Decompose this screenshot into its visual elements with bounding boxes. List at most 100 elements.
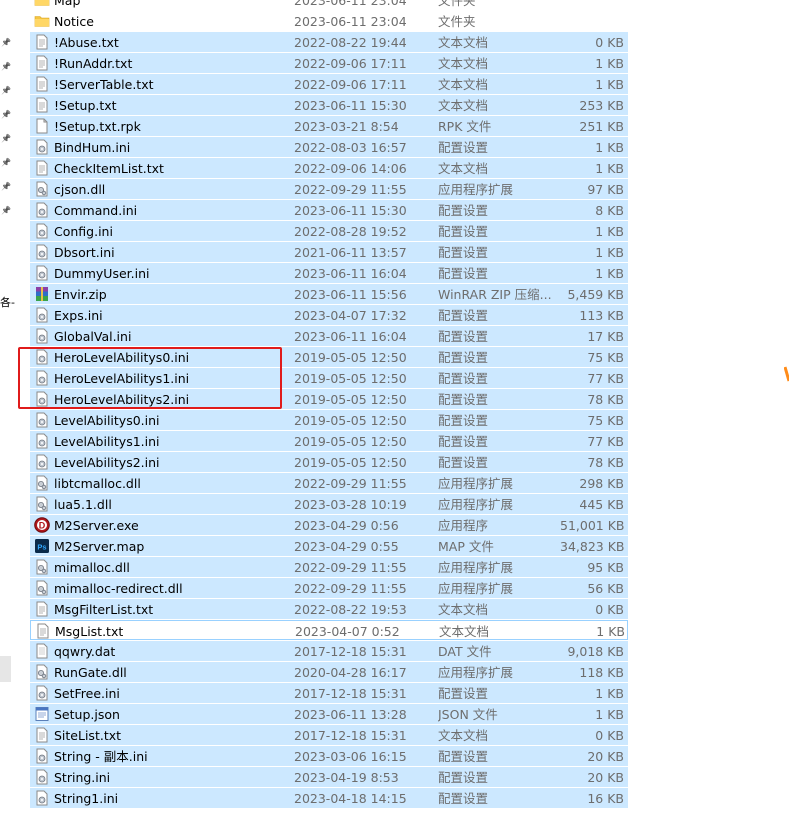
file-row[interactable]: MsgList.txt 2023-04-07 0:52 文本文档 1 KB: [30, 620, 628, 640]
file-size: 34,823 KB: [560, 539, 624, 554]
pin-icon[interactable]: 📌: [1, 62, 11, 72]
pin-icon[interactable]: 📌: [1, 134, 11, 144]
file-size: 298 KB: [579, 476, 624, 491]
file-size: [560, 0, 624, 10]
file-size: 5,459 KB: [567, 287, 624, 302]
file-name: DummyUser.ini: [54, 266, 150, 281]
file-size: 75 KB: [587, 350, 624, 365]
file-row[interactable]: Exps.ini 2023-04-07 17:32 配置设置 113 KB: [30, 305, 628, 325]
file-type: 配置设置: [438, 203, 489, 218]
file-name: LevelAbilitys1.ini: [54, 434, 160, 449]
file-row[interactable]: !Setup.txt 2023-06-11 15:30 文本文档 253 KB: [30, 95, 628, 115]
file-row[interactable]: RunGate.dll 2020-04-28 16:17 应用程序扩展 118 KB: [30, 662, 628, 682]
file-modified-date: 2022-08-28 19:52: [294, 224, 407, 239]
config-file-icon: [34, 202, 50, 218]
file-type: 文本文档: [438, 602, 489, 617]
pin-icon[interactable]: 📌: [1, 38, 11, 48]
file-row[interactable]: Ps M2Server.map 2023-04-29 0:55 MAP 文件 34,82…: [30, 536, 628, 556]
file-modified-date: 2022-08-03 16:57: [294, 140, 407, 155]
file-name: Command.ini: [54, 203, 138, 218]
file-size: 20 KB: [587, 770, 624, 785]
file-row[interactable]: Setup.json 2023-06-11 13:28 JSON 文件 1 KB: [30, 704, 628, 724]
file-row[interactable]: Config.ini 2022-08-28 19:52 配置设置 1 KB: [30, 221, 628, 241]
file-row[interactable]: String1.ini 2023-04-18 14:15 配置设置 16 KB: [30, 788, 628, 808]
file-type: 配置设置: [438, 434, 489, 449]
file-type: 配置设置: [438, 329, 489, 344]
file-row[interactable]: !Setup.txt.rpk 2023-03-21 8:54 RPK 文件 251 K…: [30, 116, 628, 136]
file-row[interactable]: String.ini 2023-04-19 8:53 配置设置 20 KB: [30, 767, 628, 787]
file-row[interactable]: LevelAbilitys2.ini 2019-05-05 12:50 配置设置 78…: [30, 452, 628, 472]
text-file-icon: [35, 623, 51, 639]
file-row[interactable]: GlobalVal.ini 2023-06-11 16:04 配置设置 17 KB: [30, 326, 628, 346]
file-row[interactable]: cjson.dll 2022-09-29 11:55 应用程序扩展 97 KB: [30, 179, 628, 199]
file-modified-date: 2023-04-29 0:55: [294, 539, 399, 554]
file-row[interactable]: SiteList.txt 2017-12-18 15:31 文本文档 0 KB: [30, 725, 628, 745]
blank-file-icon: [34, 118, 50, 134]
file-name: RunGate.dll: [54, 665, 127, 680]
file-row[interactable]: DummyUser.ini 2023-06-11 16:04 配置设置 1 KB: [30, 263, 628, 283]
file-name: Config.ini: [54, 224, 113, 239]
file-type: 应用程序: [438, 518, 489, 533]
file-type: 文本文档: [438, 35, 489, 50]
file-type: 文件夹: [438, 0, 476, 8]
file-row[interactable]: mimalloc.dll 2022-09-29 11:55 应用程序扩展 95 KB: [30, 557, 628, 577]
pane-scroll-area[interactable]: [0, 656, 11, 682]
file-type: 应用程序扩展: [438, 581, 514, 596]
pin-icon[interactable]: 📌: [1, 182, 11, 192]
file-row[interactable]: Map 2023-06-11 23:04 文件夹: [30, 0, 628, 10]
text-file-icon: [34, 55, 50, 71]
file-row[interactable]: LevelAbilitys0.ini 2019-05-05 12:50 配置设置 75…: [30, 410, 628, 430]
file-name: !Abuse.txt: [54, 35, 119, 50]
dll-file-icon: [34, 559, 50, 575]
file-row[interactable]: !Abuse.txt 2022-08-22 19:44 文本文档 0 KB: [30, 32, 628, 52]
pin-icon[interactable]: 📌: [1, 86, 11, 96]
file-modified-date: 2022-09-29 11:55: [294, 476, 407, 491]
file-row[interactable]: Notice 2023-06-11 23:04 文件夹: [30, 11, 628, 31]
config-file-icon: [34, 139, 50, 155]
file-row[interactable]: qqwry.dat 2017-12-18 15:31 DAT 文件 9,018 KB: [30, 641, 628, 661]
file-name: Setup.json: [54, 707, 120, 722]
file-name: !Setup.txt.rpk: [54, 119, 141, 134]
file-row[interactable]: D M2Server.exe 2023-04-29 0:56 应用程序 51,001 K…: [30, 515, 628, 535]
file-row[interactable]: !RunAddr.txt 2022-09-06 17:11 文本文档 1 KB: [30, 53, 628, 73]
file-name: LevelAbilitys2.ini: [54, 455, 160, 470]
config-file-icon: [34, 769, 50, 785]
file-row[interactable]: Command.ini 2023-06-11 15:30 配置设置 8 KB: [30, 200, 628, 220]
file-type: 文本文档: [439, 624, 490, 639]
file-row[interactable]: lua5.1.dll 2023-03-28 10:19 应用程序扩展 445 KB: [30, 494, 628, 514]
file-type: 配置设置: [438, 791, 489, 806]
file-size: 9,018 KB: [567, 644, 624, 659]
file-row[interactable]: SetFree.ini 2017-12-18 15:31 配置设置 1 KB: [30, 683, 628, 703]
file-modified-date: 2019-05-05 12:50: [294, 350, 407, 365]
file-type: 配置设置: [438, 224, 489, 239]
file-size: 113 KB: [579, 308, 624, 323]
file-name: MsgFilterList.txt: [54, 602, 154, 617]
file-row[interactable]: Envir.zip 2023-06-11 15:56 WinRAR ZIP 压缩..…: [30, 284, 628, 304]
file-row[interactable]: !ServerTable.txt 2022-09-06 17:11 文本文档 1 KB: [30, 74, 628, 94]
pin-icon[interactable]: 📌: [1, 110, 11, 120]
annotation-stroke: [784, 366, 789, 382]
file-type: JSON 文件: [438, 707, 498, 722]
file-type: 配置设置: [438, 350, 489, 365]
file-type: 配置设置: [438, 749, 489, 764]
pin-icon[interactable]: 📌: [1, 158, 11, 168]
file-name: !Setup.txt: [54, 98, 117, 113]
file-row[interactable]: mimalloc-redirect.dll 2022-09-29 11:55 应用程…: [30, 578, 628, 598]
file-row[interactable]: CheckItemList.txt 2022-09-06 14:06 文本文档 1 K…: [30, 158, 628, 178]
file-row[interactable]: BindHum.ini 2022-08-03 16:57 配置设置 1 KB: [30, 137, 628, 157]
file-modified-date: 2019-05-05 12:50: [294, 455, 407, 470]
file-modified-date: 2022-09-29 11:55: [294, 182, 407, 197]
text-file-icon: [34, 727, 50, 743]
pin-icon[interactable]: 📌: [1, 206, 11, 216]
file-name: CheckItemList.txt: [54, 161, 164, 176]
file-size: 1 KB: [595, 686, 624, 701]
file-row[interactable]: String - 副本.ini 2023-03-06 16:15 配置设置 20 KB: [30, 746, 628, 766]
file-row[interactable]: libtcmalloc.dll 2022-09-29 11:55 应用程序扩展 298…: [30, 473, 628, 493]
text-file-icon: [34, 601, 50, 617]
file-row[interactable]: Dbsort.ini 2021-06-11 13:57 配置设置 1 KB: [30, 242, 628, 262]
file-row[interactable]: LevelAbilitys1.ini 2019-05-05 12:50 配置设置 77…: [30, 431, 628, 451]
file-name: M2Server.exe: [54, 518, 139, 533]
file-row[interactable]: MsgFilterList.txt 2022-08-22 19:53 文本文档 0 K…: [30, 599, 628, 619]
file-modified-date: 2017-12-18 15:31: [294, 644, 407, 659]
file-size: 97 KB: [587, 182, 624, 197]
